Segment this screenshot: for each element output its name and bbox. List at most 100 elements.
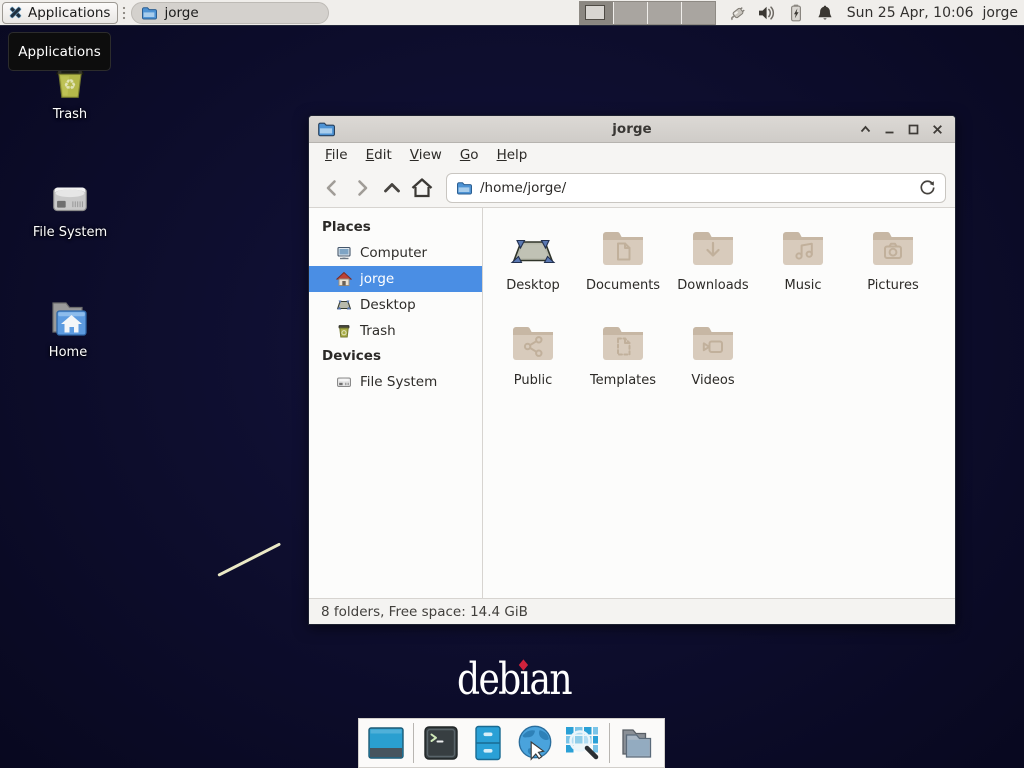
close-button[interactable] xyxy=(930,122,945,137)
menu-help[interactable]: Help xyxy=(488,143,537,168)
desktop-icon-file-system[interactable]: File System xyxy=(27,176,113,240)
path-field[interactable]: /home/jorge/ xyxy=(446,173,946,203)
desktop-icon-label: Trash xyxy=(27,107,113,122)
menu-go[interactable]: Go xyxy=(451,143,488,168)
file-item-videos[interactable]: Videos xyxy=(669,320,757,415)
network-icon[interactable] xyxy=(728,3,748,23)
file-item-music[interactable]: Music xyxy=(759,225,847,320)
notifications-bell-icon[interactable] xyxy=(815,3,835,23)
svg-text:♻: ♻ xyxy=(64,78,77,94)
app-finder-icon[interactable] xyxy=(562,723,602,763)
taskbar-window-button[interactable]: jorge xyxy=(131,2,329,24)
documents-folder-icon xyxy=(579,225,667,273)
desktop-icon xyxy=(336,297,352,313)
workspace-2[interactable] xyxy=(614,2,647,24)
sidebar-item-computer[interactable]: Computer xyxy=(309,240,482,266)
file-item-pictures[interactable]: Pictures xyxy=(849,225,937,320)
panel-clock[interactable]: Sun 25 Apr, 10:06 xyxy=(847,5,974,21)
menu-file[interactable]: File xyxy=(316,143,357,168)
computer-icon xyxy=(336,245,352,261)
sidebar-item-trash[interactable]: Trash xyxy=(309,318,482,344)
sidebar-item-jorge[interactable]: jorge xyxy=(309,266,482,292)
home-folder-icon xyxy=(25,296,111,342)
workspace-switcher xyxy=(579,1,716,25)
workspace-window-thumb xyxy=(585,5,605,20)
file-item-label: Downloads xyxy=(669,278,757,293)
menubar: File Edit View Go Help xyxy=(309,143,955,168)
toolbar: /home/jorge/ xyxy=(309,168,955,208)
file-item-public[interactable]: Public xyxy=(489,320,577,415)
sidebar: Places Computer xyxy=(309,208,483,598)
sidebar-item-label: jorge xyxy=(360,271,394,287)
file-item-label: Templates xyxy=(579,373,667,388)
applications-tooltip: Applications xyxy=(8,32,111,71)
file-manager-body: Places Computer xyxy=(309,208,955,598)
statusbar: 8 folders, Free space: 14.4 GiB xyxy=(309,598,955,624)
file-item-desktop[interactable]: Desktop xyxy=(489,225,577,320)
path-folder-icon xyxy=(456,180,472,196)
titlebar[interactable]: jorge xyxy=(309,116,955,143)
sidebar-item-desktop[interactable]: Desktop xyxy=(309,292,482,318)
back-button[interactable] xyxy=(318,174,346,202)
sidebar-item-label: File System xyxy=(360,374,437,390)
home-icon xyxy=(336,271,352,287)
taskbar-window-label: jorge xyxy=(164,5,198,21)
file-view: Desktop xyxy=(483,208,955,598)
folder-icon xyxy=(141,5,157,21)
battery-icon[interactable] xyxy=(786,3,806,23)
statusbar-text: 8 folders, Free space: 14.4 GiB xyxy=(321,604,528,620)
system-tray xyxy=(728,3,835,23)
file-manager-folder-icon[interactable] xyxy=(617,723,657,763)
downloads-folder-icon xyxy=(669,225,757,273)
reload-icon[interactable] xyxy=(919,179,936,196)
file-item-label: Videos xyxy=(669,373,757,388)
file-item-label: Public xyxy=(489,373,577,388)
sidebar-places-header: Places xyxy=(309,215,482,240)
file-item-label: Documents xyxy=(579,278,667,293)
workspace-1[interactable] xyxy=(580,2,613,24)
sidebar-devices-header: Devices xyxy=(309,344,482,369)
desktop-folder-icon xyxy=(489,225,577,273)
workspace-3[interactable] xyxy=(648,2,681,24)
file-manager-window: jorge File Edit View Go Help xyxy=(308,115,956,625)
desktop-icon-label: Home xyxy=(25,345,111,360)
minimize-button[interactable] xyxy=(882,122,897,137)
desktop-icon-home[interactable]: Home xyxy=(25,296,111,360)
forward-button[interactable] xyxy=(348,174,376,202)
applications-menu-button[interactable]: Applications xyxy=(2,2,118,24)
dock-separator xyxy=(413,723,414,763)
web-browser-icon[interactable] xyxy=(515,723,555,763)
volume-icon[interactable] xyxy=(757,3,777,23)
panel-grip[interactable] xyxy=(120,4,127,22)
file-grid: Desktop xyxy=(488,225,955,415)
menu-edit[interactable]: Edit xyxy=(357,143,401,168)
workspace-4[interactable] xyxy=(682,2,715,24)
file-item-label: Music xyxy=(759,278,847,293)
dock-separator xyxy=(609,723,610,763)
top-panel: Applications jorge xyxy=(0,0,1024,26)
videos-folder-icon xyxy=(669,320,757,368)
sidebar-item-file-system[interactable]: File System xyxy=(309,369,482,395)
applications-menu-label: Applications xyxy=(28,5,110,21)
cursor-artifact-line xyxy=(217,542,281,576)
file-item-downloads[interactable]: Downloads xyxy=(669,225,757,320)
menu-view[interactable]: View xyxy=(401,143,451,168)
home-button[interactable] xyxy=(408,174,436,202)
file-item-label: Desktop xyxy=(489,278,577,293)
sidebar-item-label: Trash xyxy=(360,323,396,339)
public-folder-icon xyxy=(489,320,577,368)
debian-logo-text: debıan xyxy=(457,654,571,705)
user-menu[interactable]: jorge xyxy=(983,5,1018,21)
xfce-applications-icon xyxy=(8,5,23,20)
music-folder-icon xyxy=(759,225,847,273)
file-item-templates[interactable]: Templates xyxy=(579,320,667,415)
file-cabinet-icon[interactable] xyxy=(468,723,508,763)
desktop: Applications jorge xyxy=(0,0,1024,768)
sidebar-item-label: Computer xyxy=(360,245,427,261)
terminal-icon[interactable] xyxy=(421,723,461,763)
maximize-button[interactable] xyxy=(906,122,921,137)
shade-button[interactable] xyxy=(858,122,873,137)
up-button[interactable] xyxy=(378,174,406,202)
file-item-documents[interactable]: Documents xyxy=(579,225,667,320)
show-desktop-icon[interactable] xyxy=(366,723,406,763)
